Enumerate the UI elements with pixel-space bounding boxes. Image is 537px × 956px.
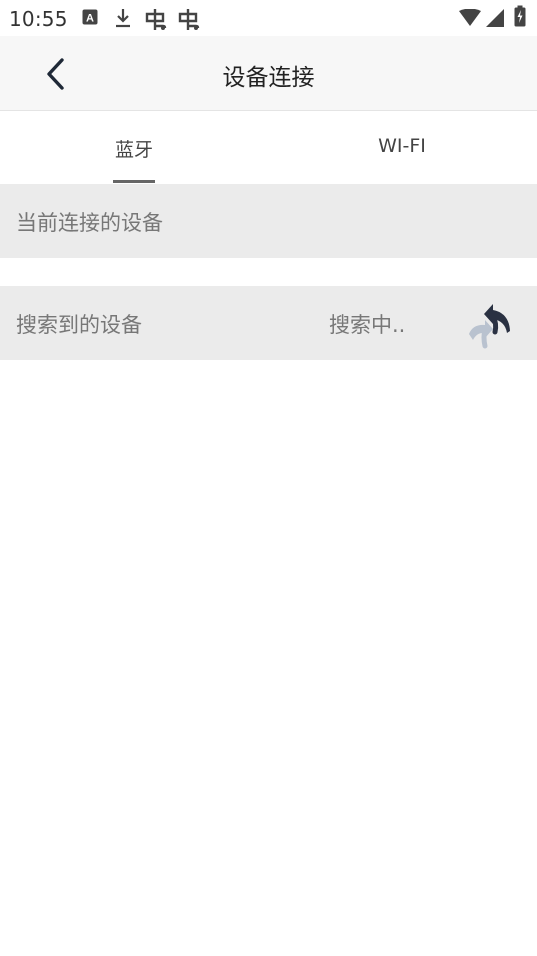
a-badge-icon: A [82,9,98,29]
wifi-icon [459,8,481,31]
status-bar: 10:55 A [0,0,537,36]
found-devices-title: 搜索到的设备 [16,313,142,337]
found-devices-header: 搜索到的设备 搜索中.. [0,286,537,360]
connected-devices-header: 当前连接的设备 [0,184,537,258]
svg-text:A: A [86,13,94,25]
status-time: 10:55 [9,7,68,31]
searching-status: 搜索中.. [329,313,406,337]
tab-wifi[interactable]: WI-FI [268,111,536,183]
cellular-signal-icon [485,8,505,32]
bug-icon [176,6,200,36]
app-bar: 设备连接 [0,36,537,111]
refresh-button[interactable] [463,300,513,350]
page-title: 设备连接 [222,65,315,91]
tab-bluetooth-label: 蓝牙 [114,139,153,161]
refresh-arrows-icon [469,304,510,349]
battery-charging-icon [514,5,526,31]
tab-selected-indicator [113,180,155,183]
bug-icon [143,6,167,36]
tab-bluetooth[interactable]: 蓝牙 [0,111,268,183]
tab-bar: 蓝牙 WI-FI [0,111,537,183]
download-icon [114,7,132,33]
connected-devices-title: 当前连接的设备 [16,211,163,235]
tab-wifi-label: WI-FI [378,135,426,157]
